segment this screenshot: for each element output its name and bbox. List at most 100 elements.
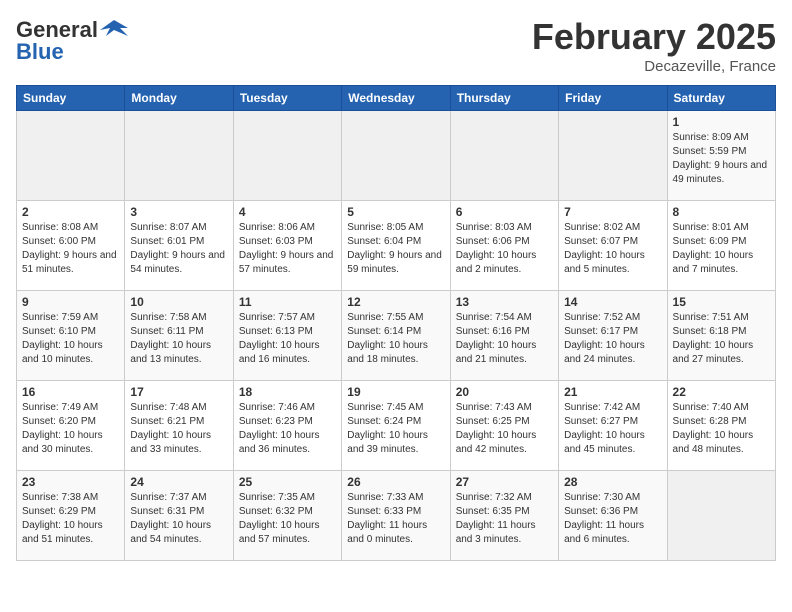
day-number: 19 xyxy=(347,385,444,399)
day-info: Sunrise: 8:05 AM Sunset: 6:04 PM Dayligh… xyxy=(347,221,444,277)
day-info: Sunrise: 8:02 AM Sunset: 6:07 PM Dayligh… xyxy=(564,221,661,277)
weekday-header-row: SundayMondayTuesdayWednesdayThursdayFrid… xyxy=(17,86,776,111)
day-info: Sunrise: 8:01 AM Sunset: 6:09 PM Dayligh… xyxy=(673,221,770,277)
day-info: Sunrise: 7:49 AM Sunset: 6:20 PM Dayligh… xyxy=(22,401,119,457)
day-number: 13 xyxy=(456,295,553,309)
calendar-cell xyxy=(667,471,775,561)
location: Decazeville, France xyxy=(532,58,776,75)
calendar-cell xyxy=(342,111,450,201)
calendar-cell: 25 Sunrise: 7:35 AM Sunset: 6:32 PM Dayli… xyxy=(233,471,341,561)
day-info: Sunrise: 7:43 AM Sunset: 6:25 PM Dayligh… xyxy=(456,401,553,457)
day-info: Sunrise: 7:52 AM Sunset: 6:17 PM Dayligh… xyxy=(564,311,661,367)
day-info: Sunrise: 7:30 AM Sunset: 6:36 PM Dayligh… xyxy=(564,491,661,547)
calendar-cell: 8 Sunrise: 8:01 AM Sunset: 6:09 PM Daylig… xyxy=(667,201,775,291)
day-info: Sunrise: 8:09 AM Sunset: 5:59 PM Dayligh… xyxy=(673,131,770,187)
calendar-cell: 1 Sunrise: 8:09 AM Sunset: 5:59 PM Daylig… xyxy=(667,111,775,201)
calendar-cell xyxy=(125,111,233,201)
day-info: Sunrise: 7:51 AM Sunset: 6:18 PM Dayligh… xyxy=(673,311,770,367)
day-info: Sunrise: 7:35 AM Sunset: 6:32 PM Dayligh… xyxy=(239,491,336,547)
calendar-cell: 19 Sunrise: 7:45 AM Sunset: 6:24 PM Dayli… xyxy=(342,381,450,471)
calendar-cell: 28 Sunrise: 7:30 AM Sunset: 6:36 PM Dayli… xyxy=(559,471,667,561)
weekday-header-wednesday: Wednesday xyxy=(342,86,450,111)
week-row-2: 2 Sunrise: 8:08 AM Sunset: 6:00 PM Daylig… xyxy=(17,201,776,291)
calendar-cell xyxy=(559,111,667,201)
week-row-5: 23 Sunrise: 7:38 AM Sunset: 6:29 PM Dayli… xyxy=(17,471,776,561)
calendar-cell xyxy=(233,111,341,201)
weekday-header-monday: Monday xyxy=(125,86,233,111)
day-number: 23 xyxy=(22,475,119,489)
day-number: 24 xyxy=(130,475,227,489)
day-info: Sunrise: 7:46 AM Sunset: 6:23 PM Dayligh… xyxy=(239,401,336,457)
week-row-3: 9 Sunrise: 7:59 AM Sunset: 6:10 PM Daylig… xyxy=(17,291,776,381)
day-number: 4 xyxy=(239,205,336,219)
day-number: 6 xyxy=(456,205,553,219)
calendar-cell: 9 Sunrise: 7:59 AM Sunset: 6:10 PM Daylig… xyxy=(17,291,125,381)
week-row-1: 1 Sunrise: 8:09 AM Sunset: 5:59 PM Daylig… xyxy=(17,111,776,201)
day-info: Sunrise: 7:32 AM Sunset: 6:35 PM Dayligh… xyxy=(456,491,553,547)
page-header: General Blue February 2025 Decazeville, … xyxy=(16,16,776,75)
calendar-cell: 3Sunrise: 8:07 AM Sunset: 6:01 PM Daylig… xyxy=(125,201,233,291)
day-info: Sunrise: 8:08 AM Sunset: 6:00 PM Dayligh… xyxy=(22,221,119,277)
day-info: Sunrise: 8:07 AM Sunset: 6:01 PM Dayligh… xyxy=(130,221,227,277)
day-number: 11 xyxy=(239,295,336,309)
week-row-4: 16 Sunrise: 7:49 AM Sunset: 6:20 PM Dayli… xyxy=(17,381,776,471)
day-number: 22 xyxy=(673,385,770,399)
calendar-cell xyxy=(450,111,558,201)
day-number: 5 xyxy=(347,205,444,219)
day-number: 14 xyxy=(564,295,661,309)
day-number: 12 xyxy=(347,295,444,309)
day-number: 18 xyxy=(239,385,336,399)
calendar-cell: 6 Sunrise: 8:03 AM Sunset: 6:06 PM Daylig… xyxy=(450,201,558,291)
month-title: February 2025 xyxy=(532,16,776,58)
logo-bird-icon xyxy=(100,16,128,44)
day-info: Sunrise: 8:06 AM Sunset: 6:03 PM Dayligh… xyxy=(239,221,336,277)
day-info: Sunrise: 7:48 AM Sunset: 6:21 PM Dayligh… xyxy=(130,401,227,457)
weekday-header-friday: Friday xyxy=(559,86,667,111)
day-number: 2 xyxy=(22,205,119,219)
calendar-cell: 17 Sunrise: 7:48 AM Sunset: 6:21 PM Dayli… xyxy=(125,381,233,471)
day-info: Sunrise: 7:59 AM Sunset: 6:10 PM Dayligh… xyxy=(22,311,119,367)
weekday-header-tuesday: Tuesday xyxy=(233,86,341,111)
day-number: 9 xyxy=(22,295,119,309)
day-number: 20 xyxy=(456,385,553,399)
day-info: Sunrise: 8:03 AM Sunset: 6:06 PM Dayligh… xyxy=(456,221,553,277)
calendar-cell: 14 Sunrise: 7:52 AM Sunset: 6:17 PM Dayli… xyxy=(559,291,667,381)
day-info: Sunrise: 7:38 AM Sunset: 6:29 PM Dayligh… xyxy=(22,491,119,547)
calendar-cell: 5 Sunrise: 8:05 AM Sunset: 6:04 PM Daylig… xyxy=(342,201,450,291)
calendar-cell: 15 Sunrise: 7:51 AM Sunset: 6:18 PM Dayli… xyxy=(667,291,775,381)
day-number: 8 xyxy=(673,205,770,219)
day-info: Sunrise: 7:33 AM Sunset: 6:33 PM Dayligh… xyxy=(347,491,444,547)
calendar-cell: 18 Sunrise: 7:46 AM Sunset: 6:23 PM Dayli… xyxy=(233,381,341,471)
calendar-cell: 20 Sunrise: 7:43 AM Sunset: 6:25 PM Dayli… xyxy=(450,381,558,471)
title-block: February 2025 Decazeville, France xyxy=(532,16,776,75)
calendar-cell: 10 Sunrise: 7:58 AM Sunset: 6:11 PM Dayli… xyxy=(125,291,233,381)
calendar-cell: 7 Sunrise: 8:02 AM Sunset: 6:07 PM Daylig… xyxy=(559,201,667,291)
day-number: 10 xyxy=(130,295,227,309)
day-number: 15 xyxy=(673,295,770,309)
day-number: 7 xyxy=(564,205,661,219)
calendar-cell: 16 Sunrise: 7:49 AM Sunset: 6:20 PM Dayli… xyxy=(17,381,125,471)
day-info: Sunrise: 7:37 AM Sunset: 6:31 PM Dayligh… xyxy=(130,491,227,547)
calendar-cell: 23 Sunrise: 7:38 AM Sunset: 6:29 PM Dayli… xyxy=(17,471,125,561)
weekday-header-saturday: Saturday xyxy=(667,86,775,111)
day-number: 27 xyxy=(456,475,553,489)
day-number: 28 xyxy=(564,475,661,489)
weekday-header-thursday: Thursday xyxy=(450,86,558,111)
day-info: Sunrise: 7:58 AM Sunset: 6:11 PM Dayligh… xyxy=(130,311,227,367)
calendar-cell: 21 Sunrise: 7:42 AM Sunset: 6:27 PM Dayli… xyxy=(559,381,667,471)
day-number: 21 xyxy=(564,385,661,399)
calendar-cell: 11Sunrise: 7:57 AM Sunset: 6:13 PM Dayli… xyxy=(233,291,341,381)
calendar-cell: 12Sunrise: 7:55 AM Sunset: 6:14 PM Dayli… xyxy=(342,291,450,381)
day-info: Sunrise: 7:42 AM Sunset: 6:27 PM Dayligh… xyxy=(564,401,661,457)
day-number: 1 xyxy=(673,115,770,129)
calendar-table: SundayMondayTuesdayWednesdayThursdayFrid… xyxy=(16,85,776,561)
day-number: 26 xyxy=(347,475,444,489)
day-number: 17 xyxy=(130,385,227,399)
day-info: Sunrise: 7:54 AM Sunset: 6:16 PM Dayligh… xyxy=(456,311,553,367)
calendar-cell: 22Sunrise: 7:40 AM Sunset: 6:28 PM Dayli… xyxy=(667,381,775,471)
day-number: 16 xyxy=(22,385,119,399)
calendar-cell: 4 Sunrise: 8:06 AM Sunset: 6:03 PM Daylig… xyxy=(233,201,341,291)
day-number: 25 xyxy=(239,475,336,489)
calendar-cell: 26 Sunrise: 7:33 AM Sunset: 6:33 PM Dayli… xyxy=(342,471,450,561)
day-info: Sunrise: 7:45 AM Sunset: 6:24 PM Dayligh… xyxy=(347,401,444,457)
